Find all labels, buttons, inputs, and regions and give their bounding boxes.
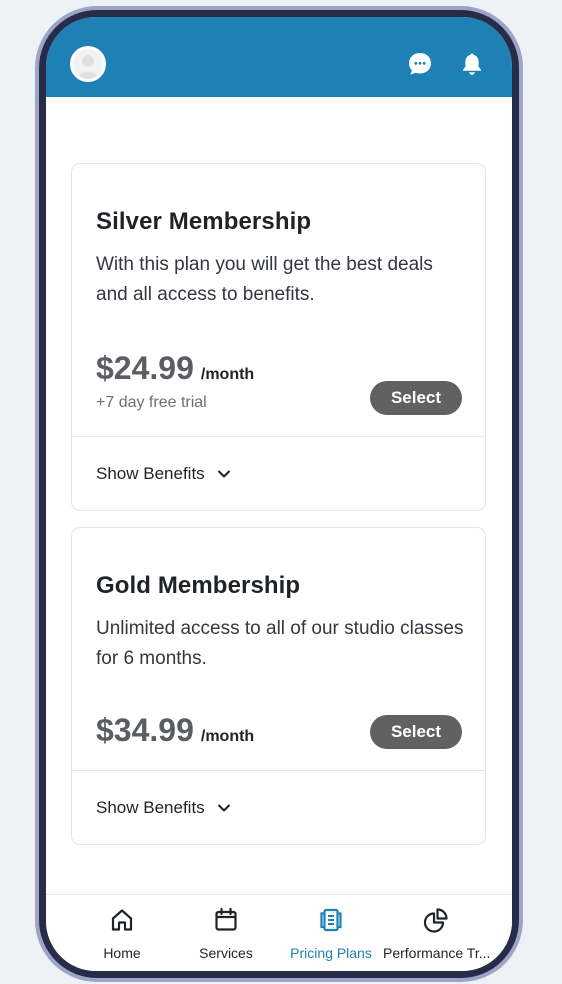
avatar-icon: [73, 49, 103, 79]
bottom-navigation: Home Services Pricing Plans Performance …: [46, 894, 512, 971]
plan-title: Gold Membership: [96, 572, 301, 599]
pie-chart-icon: [383, 906, 489, 934]
pricing-plans-content: Silver Membership With this plan you wil…: [46, 97, 512, 895]
nav-label: Pricing Plans: [290, 945, 372, 961]
price-row: $24.99 /month: [96, 350, 254, 387]
nav-item-performance-tracker[interactable]: Performance Tr...: [383, 895, 491, 971]
plan-card-silver: Silver Membership With this plan you wil…: [71, 163, 486, 511]
chevron-down-icon: [217, 803, 231, 813]
chevron-down-icon: [217, 469, 231, 479]
show-benefits-toggle[interactable]: Show Benefits: [96, 798, 231, 818]
app-header: [46, 17, 512, 97]
plan-period: /month: [200, 366, 255, 383]
plan-card-gold: Gold Membership Unlimited access to all …: [71, 527, 486, 845]
show-benefits-toggle[interactable]: Show Benefits: [96, 464, 231, 484]
nav-item-services[interactable]: Services: [173, 895, 279, 971]
select-button[interactable]: Select: [370, 381, 462, 415]
card-divider: [72, 436, 485, 437]
plan-price: $24.99: [96, 350, 194, 386]
nav-item-pricing-plans[interactable]: Pricing Plans: [278, 895, 384, 971]
calendar-icon: [173, 906, 279, 934]
plan-description: With this plan you will get the best dea…: [96, 254, 433, 305]
nav-label: Services: [199, 945, 253, 961]
nav-label: Performance Tr...: [383, 945, 491, 961]
document-list-icon: [278, 906, 384, 934]
nav-item-home[interactable]: Home: [69, 895, 175, 971]
free-trial-note: +7 day free trial: [96, 394, 207, 411]
price-row: $34.99 /month: [96, 712, 254, 749]
user-avatar[interactable]: [70, 46, 106, 82]
plan-price: $34.99: [96, 712, 194, 748]
nav-label: Home: [103, 945, 141, 961]
select-button[interactable]: Select: [370, 715, 462, 749]
show-benefits-label: Show Benefits: [96, 798, 205, 817]
chat-bubble-icon[interactable]: [406, 50, 434, 78]
bell-icon[interactable]: [458, 50, 486, 78]
card-divider: [72, 770, 485, 771]
plan-description: Unlimited access to all of our studio cl…: [96, 618, 464, 669]
home-icon: [69, 906, 175, 934]
plan-period: /month: [200, 728, 255, 745]
show-benefits-label: Show Benefits: [96, 464, 205, 483]
plan-title: Silver Membership: [96, 208, 312, 235]
app-screen: Silver Membership With this plan you wil…: [46, 17, 512, 971]
